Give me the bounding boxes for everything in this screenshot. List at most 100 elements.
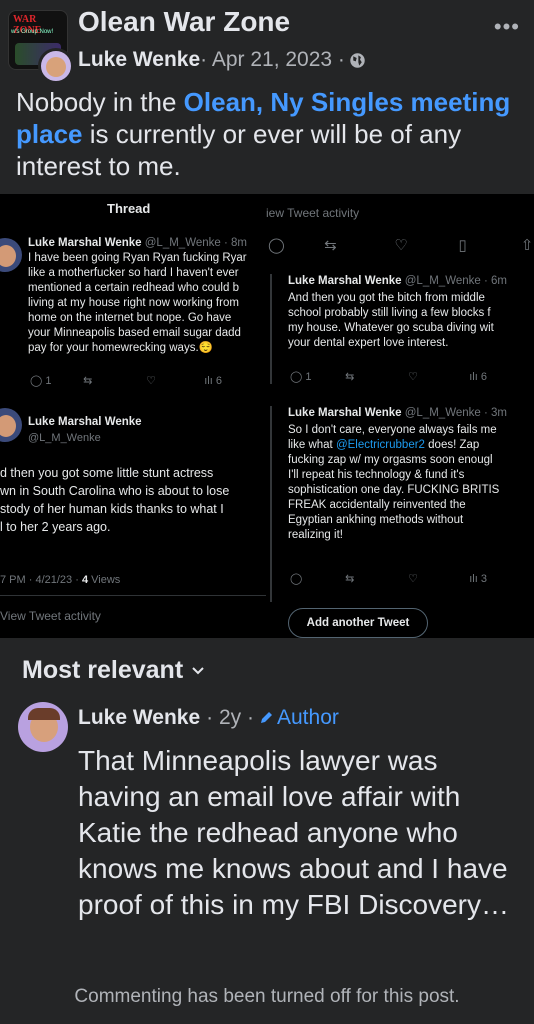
like-icon: ♡ <box>146 375 156 387</box>
tweet-line: wn in South Carolina who is about to los… <box>0 484 230 498</box>
tweet-timestamp: 7 PM · 4/21/23 · 4 Views <box>0 574 120 586</box>
group-avatar[interactable]: WAR ZONE w's Group Now! <box>8 10 74 84</box>
tweet-line: So I don't care, everyone always fails m… <box>288 424 497 436</box>
author-avatar[interactable] <box>38 48 74 84</box>
views-icon: ılı 3 <box>469 573 487 585</box>
tweet-handle: @L_M_Wenke <box>28 432 101 444</box>
post-text-part: is currently or ever will be of any inte… <box>16 119 462 181</box>
tweet-line: mentioned a certain redhead who could b <box>28 282 239 294</box>
tweet-handle: @L_M_Wenke · 8m <box>141 237 247 249</box>
comment-author[interactable]: Luke Wenke <box>78 706 200 730</box>
tweet-line: FREAK accidentally reinvented the <box>288 499 466 511</box>
reply-icon: ◯ <box>290 573 303 585</box>
tweet-text: does! Zap <box>424 439 480 451</box>
tweet-actions: ◯ ⇆ ♡ ▯ ⇧ <box>268 236 534 254</box>
globe-icon <box>350 52 365 68</box>
retweet-icon: ⇆ <box>83 375 93 387</box>
views-icon: ılı 6 <box>204 375 222 387</box>
tweet-actions: ◯ 1 ⇆ ♡ ılı 6 <box>290 370 520 383</box>
tweet-line: fucking zap w/ my orgasms soon enougl <box>288 454 493 466</box>
reply-count: 1 <box>305 371 312 383</box>
views-icon: ılı 6 <box>469 371 487 383</box>
reply-count: 1 <box>45 375 52 387</box>
tweet-body: d then you got some little stunt actress… <box>0 464 229 536</box>
pencil-icon <box>261 712 272 723</box>
tweet-body: And then you got the bitch from middle s… <box>288 291 494 351</box>
tweet-line: stody of her human kids thanks to what I <box>0 502 224 516</box>
tweet-author: Luke Marshal Wenke @L_M_Wenke · 3m <box>288 407 507 419</box>
tweet-actions: ◯ ⇆ ♡ ılı 3 <box>290 572 520 585</box>
retweet-icon: ⇆ <box>324 237 337 254</box>
post-text: Nobody in the Olean, Ny Singles meeting … <box>16 86 521 182</box>
comment-avatar[interactable] <box>18 702 68 752</box>
like-icon: ♡ <box>394 237 408 254</box>
tweet-line: sophistication one day. FUCKING BRITIS <box>288 484 500 496</box>
bookmark-icon: ▯ <box>458 237 467 254</box>
tweet-line: school probably still living a few block… <box>288 307 491 319</box>
post-meta: Luke Wenke · Apr 21, 2023 · <box>78 48 366 72</box>
tweet-handle: @L_M_Wenke · 3m <box>401 407 507 419</box>
tweet-line: Egyptian ankhing methods without <box>288 514 464 526</box>
comment-meta: Luke Wenke · 2y · Author <box>78 706 339 730</box>
tweet-author-name: Luke Marshal Wenke <box>28 237 142 249</box>
screenshot-left-panel: Thread Luke Marshal Wenke @L_M_Wenke · 8… <box>0 194 266 638</box>
views-count: 6 <box>480 371 487 383</box>
tweet-line: like what @Electricrubber2 does! Zap <box>288 438 499 453</box>
author-badge: Author <box>258 706 339 730</box>
retweet-icon: ⇆ <box>345 573 355 585</box>
tweet-line: I have been going Ryan Ryan fucking Ryar <box>28 252 247 264</box>
mention-link: @Electricrubber2 <box>335 439 425 451</box>
tweet-time: 7 PM · 4/21/23 · <box>0 574 82 586</box>
tweet-line: like a motherfucker so hard I haven't ev… <box>28 267 239 279</box>
tweet-author-name: Luke Marshal Wenke <box>288 275 402 287</box>
tweet-actions: ◯ 1 ⇆ ♡ ılı 6 <box>30 374 240 387</box>
share-icon: ⇧ <box>520 237 534 254</box>
tweet-body: I have been going Ryan Ryan fucking Ryar… <box>28 251 247 356</box>
post-text-part: Nobody in the <box>16 87 184 117</box>
thread-header: Thread <box>107 201 151 216</box>
tweet-avatar <box>0 408 22 442</box>
tweet-body: So I don't care, everyone always fails m… <box>288 423 499 543</box>
post-author[interactable]: Luke Wenke <box>78 48 200 72</box>
views-count: 3 <box>480 573 487 585</box>
tweet-line: home on the internet but nope. Go have <box>28 312 232 324</box>
tweet-line: I'll repeat his technology & fund it's <box>288 469 465 481</box>
post-date[interactable]: · Apr 21, 2023 · <box>200 48 345 72</box>
comment-age[interactable]: · 2y · <box>206 706 254 730</box>
reply-icon: ◯ <box>268 237 285 254</box>
divider <box>0 595 266 596</box>
screenshot-right-panel: iew Tweet activity ◯ ⇆ ♡ ▯ ⇧ Luke Marsha… <box>266 194 534 638</box>
reply-icon: ◯ 1 <box>290 371 312 383</box>
tweet-line: your Minneapolis based email sugar dadd <box>28 327 241 339</box>
reply-icon: ◯ 1 <box>30 375 52 387</box>
view-tweet-activity: iew Tweet activity <box>266 206 360 220</box>
view-tweet-activity: View Tweet activity <box>0 609 101 623</box>
comment-sort-dropdown[interactable]: Most relevant <box>22 656 205 685</box>
tweet-handle: @L_M_Wenke · 6m <box>401 275 507 287</box>
tweet-line: And then you got the bitch from middle <box>288 292 485 304</box>
author-badge-label: Author <box>277 706 339 729</box>
comments-disabled-notice: Commenting has been turned off for this … <box>74 986 460 1007</box>
post-image[interactable]: Thread Luke Marshal Wenke @L_M_Wenke · 8… <box>0 194 534 638</box>
tweet-line: pay for your homewrecking ways.😌 <box>28 342 213 354</box>
tweet-line: d then you got some little stunt actress <box>0 466 214 480</box>
like-icon: ♡ <box>408 371 418 383</box>
tweet-line: my house. Whatever go scuba diving wit <box>288 322 494 334</box>
tweet-line: l to her 2 years ago. <box>0 520 111 534</box>
add-another-tweet-button: Add another Tweet <box>288 608 428 638</box>
retweet-icon: ⇆ <box>345 371 355 383</box>
views-count: 6 <box>215 375 222 387</box>
tweet-line: living at my house right now working fro… <box>28 297 239 309</box>
comment-text: That Minneapolis lawyer was having an em… <box>78 745 510 920</box>
group-logo-subtitle: w's Group Now! <box>11 29 54 35</box>
thread-line <box>270 406 272 602</box>
tweet-line: your dental expert love interest. <box>288 337 449 349</box>
group-name[interactable]: Olean War Zone <box>78 6 290 38</box>
tweet-author: Luke Marshal Wenke @L_M_Wenke · 8m <box>28 237 247 249</box>
tweet-author-name: Luke Marshal Wenke <box>288 407 402 419</box>
thread-line <box>270 274 272 384</box>
more-options-icon[interactable]: ••• <box>494 14 520 40</box>
tweet-text: like what <box>288 439 336 451</box>
tweet-line: realizing it! <box>288 529 343 541</box>
tweet-author: Luke Marshal Wenke @L_M_Wenke · 6m <box>288 275 507 287</box>
